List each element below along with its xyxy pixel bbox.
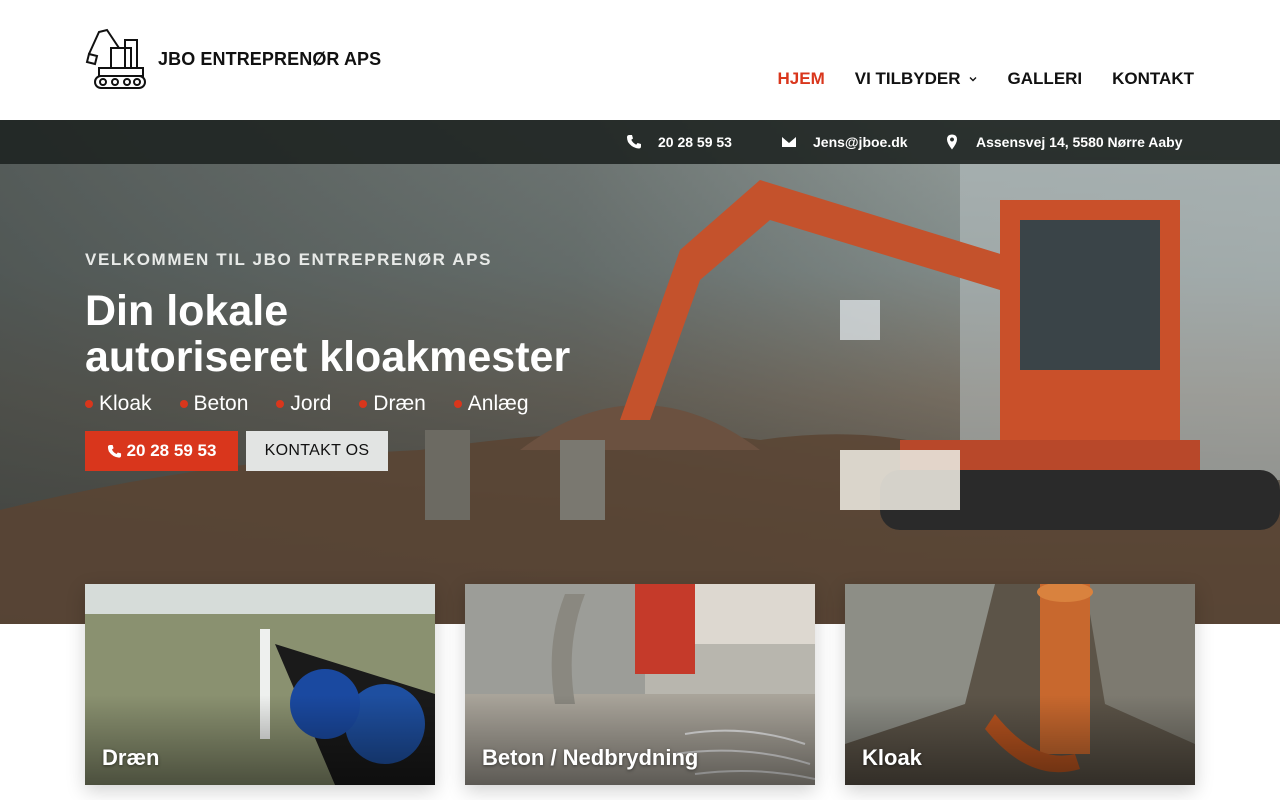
excavator-logo-icon — [85, 28, 146, 89]
bullet-item: Anlæg — [453, 392, 529, 416]
bullet-item: Jord — [276, 392, 331, 416]
nav-label: GALLERI — [1007, 69, 1083, 88]
bullet-label: Anlæg — [467, 392, 529, 415]
card-shade — [845, 695, 1195, 785]
topbar-address-text: Assensvej 14, 5580 Nørre Aaby — [976, 134, 1183, 150]
service-bullets: Kloak Beton Jord Dræn Anlæg — [85, 392, 570, 416]
hero-content: VELKOMMEN TIL JBO ENTREPRENØR APS Din lo… — [85, 250, 570, 471]
cta-row: 20 28 59 53 KONTAKT OS — [85, 431, 570, 471]
hero-headline-line1: Din lokale — [85, 287, 289, 335]
bullet-label: Kloak — [99, 392, 152, 415]
card-label: Kloak — [862, 745, 922, 770]
hero-headline-line2: autoriseret kloakmester — [85, 333, 571, 381]
topbar-phone[interactable]: 20 28 59 53 — [626, 120, 732, 164]
bullet-item: Kloak — [85, 392, 152, 416]
bullet-label: Beton — [193, 392, 249, 415]
topbar-address[interactable]: Assensvej 14, 5580 Nørre Aaby — [944, 120, 1183, 164]
card-label: Dræn — [102, 745, 160, 770]
card-beton[interactable]: Beton / Nedbrydning — [465, 584, 815, 785]
bullet-dot-icon — [359, 400, 368, 408]
nav-item-kontakt[interactable]: KONTAKT — [1112, 69, 1194, 89]
envelope-icon — [782, 137, 796, 147]
call-button[interactable]: 20 28 59 53 — [85, 431, 238, 471]
bullet-dot-icon — [179, 400, 188, 408]
bullet-label: Dræn — [373, 392, 426, 415]
card-label: Beton / Nedbrydning — [482, 745, 699, 770]
hero-headline: Din lokale autoriseret kloakmester — [85, 288, 570, 380]
chevron-down-icon — [969, 77, 977, 82]
nav-item-galleri[interactable]: GALLERI — [1008, 69, 1083, 89]
nav-item-vi-tilbyder[interactable]: VI TILBYDER — [855, 69, 978, 89]
bullet-dot-icon — [276, 400, 285, 408]
nav-label: KONTAKT — [1112, 69, 1194, 88]
phone-icon — [107, 444, 121, 458]
nav-item-hjem[interactable]: HJEM — [778, 69, 825, 89]
bullet-item: Beton — [179, 392, 249, 416]
bullet-dot-icon — [453, 400, 462, 408]
bullet-item: Dræn — [359, 392, 426, 416]
main-nav: HJEM VI TILBYDER GALLERI KONTAKT — [748, 69, 1194, 89]
bullet-label: Jord — [290, 392, 332, 415]
nav-label: HJEM — [777, 69, 825, 88]
card-shade — [85, 695, 435, 785]
contact-button[interactable]: KONTAKT OS — [246, 431, 388, 471]
call-button-label: 20 28 59 53 — [126, 441, 217, 460]
nav-label: VI TILBYDER — [854, 69, 961, 88]
map-pin-icon — [947, 134, 957, 150]
site-logo[interactable]: JBO ENTREPRENØR APS — [85, 26, 381, 92]
logo-text: JBO ENTREPRENØR APS — [158, 48, 382, 69]
service-cards: Dræn Beton / Nedbrydning Kloak — [85, 584, 1195, 785]
phone-icon — [627, 135, 641, 149]
site-header: JBO ENTREPRENØR APS HJEM VI TILBYDER GAL… — [0, 0, 1280, 120]
bullet-dot-icon — [85, 400, 93, 408]
card-kloak[interactable]: Kloak — [845, 584, 1195, 785]
hero-kicker: VELKOMMEN TIL JBO ENTREPRENØR APS — [85, 250, 493, 269]
contact-bar: 20 28 59 53 Jens@jboe.dk Assensvej 14, 5… — [0, 120, 1280, 164]
topbar-phone-text: 20 28 59 53 — [658, 134, 732, 150]
topbar-email[interactable]: Jens@jboe.dk — [781, 120, 908, 164]
topbar-email-text: Jens@jboe.dk — [813, 134, 908, 150]
card-draen[interactable]: Dræn — [85, 584, 435, 785]
card-shade — [465, 695, 815, 785]
